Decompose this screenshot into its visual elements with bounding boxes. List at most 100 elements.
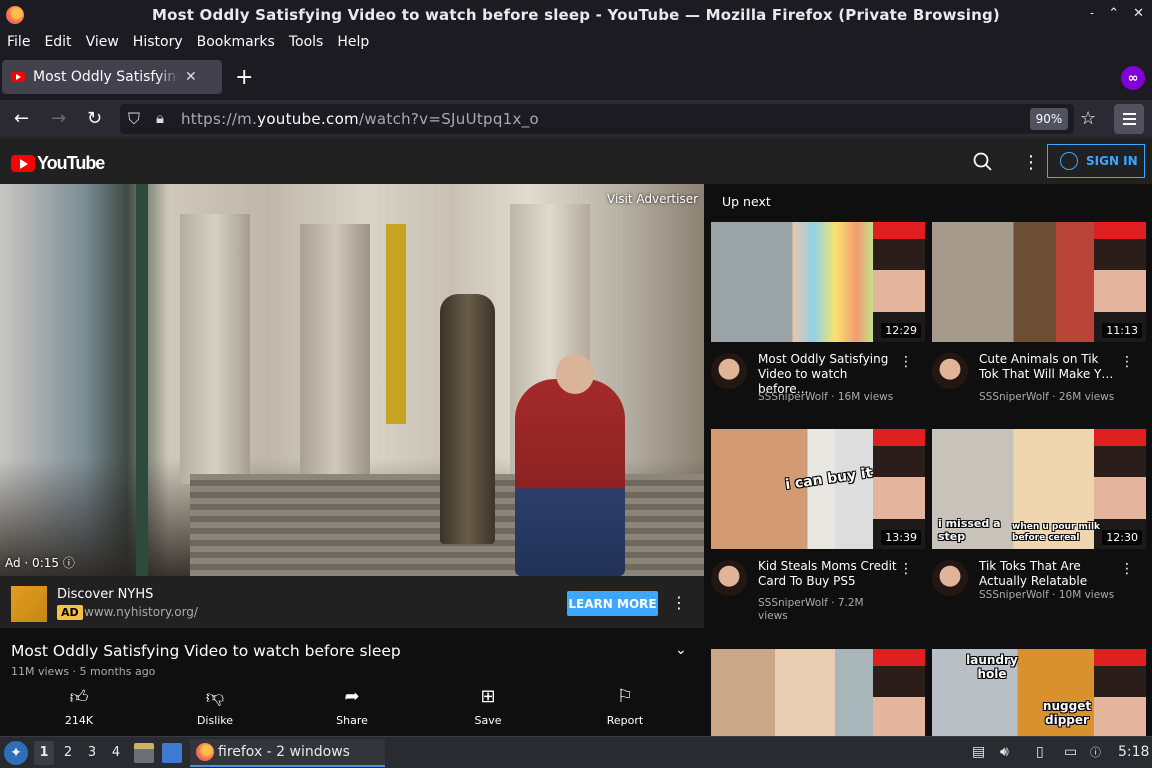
ad-info-bar: Discover NYHS AD www.nyhistory.org/ LEAR… [0,576,704,628]
firefox-icon [196,743,214,761]
card-more-icon[interactable]: ⋮ [899,354,913,370]
workspace-3[interactable]: 3 [82,745,102,760]
youtube-header: YouTube ⋮ SIGN IN [0,138,1152,184]
youtube-favicon-icon [11,72,25,82]
learn-more-button[interactable]: LEARN MORE [567,591,658,616]
video-thumbnail[interactable]: laundry hole nugget dipper [932,649,1146,736]
notification-icon[interactable]: ⓘ [1090,744,1101,760]
thumbnail-overlay-text: nugget dipper [1042,699,1092,727]
advertiser-logo[interactable] [11,586,47,622]
network-icon[interactable]: ▭ [1064,744,1077,760]
youtube-wordmark: YouTube [37,153,105,173]
search-icon[interactable] [972,151,994,173]
tab-title: Most Oddly Satisfying Vic [33,69,179,85]
save-button[interactable]: ⊞ Save [453,686,523,727]
menu-tools[interactable]: Tools [289,34,324,50]
share-icon: ➦ [344,686,360,707]
expand-description-icon[interactable]: ⌄ [675,642,687,658]
workspace-1[interactable]: 1 [34,741,54,765]
notes-icon[interactable]: ▯ [1036,744,1044,760]
new-tab-button[interactable]: + [235,65,253,90]
ad-url: www.nyhistory.org/ [84,605,198,619]
tab-youtube[interactable]: Most Oddly Satisfying Vic ✕ [2,60,222,94]
menu-edit[interactable]: Edit [44,34,71,50]
minimize-button[interactable]: ˗ [1090,6,1094,21]
thumbnail-overlay-text: i missed a step [938,517,1001,543]
channel-avatar[interactable] [711,560,747,596]
share-label: Share [336,714,368,727]
video-thumbnail[interactable]: i can buy it 13:39 [711,429,925,549]
video-duration: 11:13 [1102,323,1142,338]
video-thumbnail[interactable]: i missed a step when u pour milk before … [932,429,1146,549]
video-thumbnail[interactable]: 11:13 [932,222,1146,342]
workspace-2[interactable]: 2 [58,745,78,760]
maximize-button[interactable]: ⌃ [1108,6,1119,21]
ad-more-icon[interactable]: ⋮ [671,593,687,612]
workspace-4[interactable]: 4 [106,745,126,760]
visit-advertiser-link[interactable]: Visit Advertiser [607,192,698,206]
sign-in-button[interactable]: SIGN IN [1047,144,1145,178]
youtube-play-icon [11,155,35,172]
tab-strip: Most Oddly Satisfying Vic ✕ + [0,54,1152,100]
like-button[interactable]: 👍︎ 214K [44,686,114,727]
video-card-meta: SSSniperWolf · 16M views [758,391,894,403]
menubar: File Edit View History Bookmarks Tools H… [0,30,1152,54]
menu-history[interactable]: History [133,34,183,50]
channel-avatar[interactable] [932,353,968,389]
lock-icon[interactable]: 🔒︎ [156,109,164,127]
menu-help[interactable]: Help [337,34,369,50]
bookmark-star-icon[interactable]: ☆ [1080,108,1096,129]
report-button[interactable]: ⚐ Report [590,686,660,727]
video-thumbnail[interactable]: 12:29 [711,222,925,342]
dislike-button[interactable]: 👎︎ Dislike [180,686,250,727]
sign-in-label: SIGN IN [1086,154,1138,168]
channel-avatar[interactable] [932,560,968,596]
zoom-indicator[interactable]: 90% [1030,108,1068,130]
reload-button[interactable]: ↻ [87,108,102,129]
share-button[interactable]: ➦ Share [317,686,387,727]
tab-close-icon[interactable]: ✕ [185,69,197,85]
card-more-icon[interactable]: ⋮ [899,561,913,577]
thumbnail-overlay-text: when u pour milk before cereal [1012,522,1101,543]
close-window-button[interactable]: ✕ [1133,6,1144,21]
volume-icon[interactable]: 🔊︎ [1000,744,1009,760]
thumbnail-face [873,649,925,736]
start-menu-icon[interactable]: ✦ [4,741,28,765]
video-duration: 12:29 [881,323,921,338]
video-card-title[interactable]: Kid Steals Moms Credit Card To Buy PS5 [758,559,898,589]
app-menu-button[interactable] [1114,104,1144,134]
more-options-icon[interactable]: ⋮ [1022,152,1040,173]
video-card-title[interactable]: Tik Toks That Are Actually Relatable [979,559,1119,589]
firefox-icon [6,6,24,24]
video-title[interactable]: Most Oddly Satisfying Video to watch bef… [11,642,401,660]
file-manager-icon[interactable] [134,743,154,763]
youtube-logo[interactable]: YouTube [11,153,105,174]
ad-badge: AD [57,605,83,620]
ad-title[interactable]: Discover NYHS [57,587,153,602]
window-controls: ˗ ⌃ ✕ [1090,6,1144,21]
video-player[interactable]: Visit Advertiser Ad · 0:15 ⓘ [0,184,704,576]
menu-file[interactable]: File [7,34,30,50]
clipboard-icon[interactable]: ▤ [972,744,985,760]
menu-bookmarks[interactable]: Bookmarks [197,34,275,50]
video-actions: 👍︎ 214K 👎︎ Dislike ➦ Share ⊞ Save ⚐ Repo… [0,686,704,732]
scene-pillar [180,214,250,484]
taskbar-firefox-task[interactable]: firefox - 2 windows [190,739,385,767]
card-more-icon[interactable]: ⋮ [1120,354,1134,370]
tracking-shield-icon[interactable]: ⛉ [128,109,140,129]
card-more-icon[interactable]: ⋮ [1120,561,1134,577]
channel-avatar[interactable] [711,353,747,389]
webpage: YouTube ⋮ SIGN IN Visit Advertiser Ad · … [0,138,1152,736]
desktop-icon[interactable] [162,743,182,763]
menu-view[interactable]: View [86,34,119,50]
url-bar[interactable]: ⛉ 🔒︎ https://m.youtube.com/watch?v=SJuUt… [120,104,1074,134]
url-text[interactable]: https://m.youtube.com/watch?v=SJuUtpq1x_… [181,110,539,128]
thumbnail-overlay-text: i can buy it [784,464,874,494]
video-card-title[interactable]: Cute Animals on Tik Tok That Will Make Y… [979,352,1119,382]
dislike-label: Dislike [196,714,234,727]
back-button[interactable]: ← [14,108,29,129]
forward-button[interactable]: → [51,108,66,129]
video-thumbnail[interactable] [711,649,925,736]
window-titlebar: Most Oddly Satisfying Video to watch bef… [0,0,1152,30]
private-browsing-icon: ∞ [1121,66,1145,90]
